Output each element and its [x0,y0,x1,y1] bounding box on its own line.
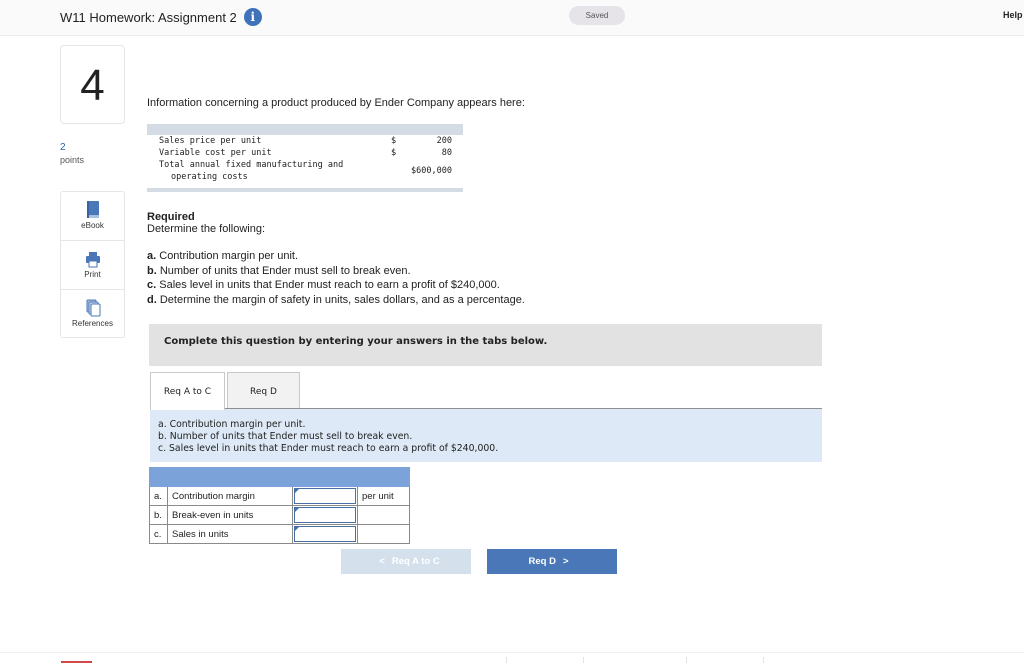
requirement-item: b. Number of units that Ender must sell … [147,264,525,279]
break-even-units-input[interactable] [294,507,356,523]
row-label: Total annual fixed manufacturing and ope… [147,159,391,183]
points-indicator: 2 points [60,142,84,165]
answer-row: b. Break-even in units [149,505,410,525]
required-title: Required [147,211,195,223]
footer-separator [506,657,507,663]
ebook-label: eBook [81,221,104,230]
problem-intro: Information concerning a product produce… [147,97,525,109]
row-value: 200 [436,136,452,146]
answer-input-cell [292,486,358,506]
row-value: 80 [441,148,452,158]
saved-status-badge: Saved [569,6,625,25]
requirement-letter: a. [147,250,157,262]
answer-letter: a. [149,486,168,506]
help-link[interactable]: Help [1003,10,1023,20]
answer-letter: c. [149,524,168,544]
printer-icon [85,252,100,268]
panel-line: c. Sales level in units that Ender must … [158,443,499,454]
points-label: points [60,155,85,165]
tab-req-a-to-c[interactable]: Req A to C [150,372,225,410]
row-currency: $ [391,148,397,158]
prev-req-label: Req A to C [391,556,440,567]
footer-divider [0,652,1024,653]
requirement-text: Sales level in units that Ender must rea… [156,279,500,291]
table-row: Sales price per unit $ 200 [147,135,463,147]
requirement-text: Determine the margin of safety in units,… [156,293,525,306]
answer-input-cell [292,505,358,525]
table-header-bar [147,124,463,135]
row-value: $600,000 [411,166,452,176]
requirement-letter: d. [147,293,157,306]
requirement-text: Contribution margin per unit. [156,250,299,262]
next-req-button[interactable]: Req D > [487,549,617,574]
footer-separator [763,657,764,663]
row-label: Sales price per unit [159,136,262,146]
answer-unit [357,505,410,525]
answer-label: Break-even in units [167,505,293,525]
prev-req-button[interactable]: < Req A to C [341,549,471,574]
requirement-item: d. Determine the margin of safety in uni… [147,293,525,308]
requirement-text: Number of units that Ender must sell to … [156,264,411,277]
assignment-title-wrap: W11 Homework: Assignment 2 i [60,8,262,26]
answer-table: a. Contribution margin per unit b. Break… [149,467,410,544]
product-data-table: Sales price per unit $ 200 Variable cost… [147,124,463,192]
row-currency: $ [391,136,397,146]
required-section: Required Determine the following: a. Con… [147,211,525,307]
answer-input-cell [292,524,358,544]
requirement-letter: c. [147,279,157,291]
requirement-tabs: Req A to C Req D [150,372,300,410]
assignment-title: W11 Homework: Assignment 2 [60,9,237,25]
instructions-banner: Complete this question by entering your … [149,324,822,366]
references-label: References [72,319,113,328]
side-tools-panel: eBook Print References [60,191,125,338]
panel-line: b. Number of units that Ender must sell … [158,431,413,442]
tab-req-d[interactable]: Req D [227,372,300,409]
table-footer-bar [147,188,463,192]
requirement-item: a. Contribution margin per unit. [147,249,525,264]
contribution-margin-input[interactable] [294,488,356,504]
panel-line: a. Contribution margin per unit. [158,419,306,430]
answer-row: c. Sales in units [149,524,410,544]
sales-in-units-input[interactable] [294,526,356,542]
table-row: Total annual fixed manufacturing and ope… [147,159,463,183]
print-label: Print [84,270,101,279]
info-icon[interactable]: i [243,8,262,26]
required-subtitle: Determine the following: [147,223,266,235]
print-button[interactable]: Print [61,241,124,290]
chevron-right-icon: > [562,556,569,567]
question-number: 4 [60,45,125,124]
requirement-item: c. Sales level in units that Ender must … [147,278,525,293]
requirement-letter: b. [147,264,157,277]
top-bar: W11 Homework: Assignment 2 i Saved Help [0,0,1024,36]
chevron-left-icon: < [379,556,385,567]
table-row: Variable cost per unit $ 80 [147,147,463,159]
row-label: Variable cost per unit [159,148,272,158]
footer-separator [686,657,687,663]
references-button[interactable]: References [61,290,124,339]
references-icon [86,299,100,317]
answer-unit: per unit [357,486,410,506]
answer-letter: b. [149,505,168,525]
ebook-button[interactable]: eBook [61,192,124,241]
points-value: 2 [60,142,66,153]
answer-table-header [149,467,410,487]
answer-label: Sales in units [167,524,293,544]
answer-row: a. Contribution margin per unit [149,486,410,506]
answer-label: Contribution margin [167,486,293,506]
book-icon [86,201,99,218]
tab-panel-description: a. Contribution margin per unit. b. Numb… [150,409,822,462]
row-label-line1: Total annual fixed manufacturing and [159,160,344,170]
next-req-label: Req D [528,556,556,567]
answer-unit [357,524,410,544]
footer-separator [583,657,584,663]
requirements-list: a. Contribution margin per unit. b. Numb… [147,249,525,307]
row-label-line2: operating costs [171,172,248,182]
answer-header-cell [149,467,410,487]
